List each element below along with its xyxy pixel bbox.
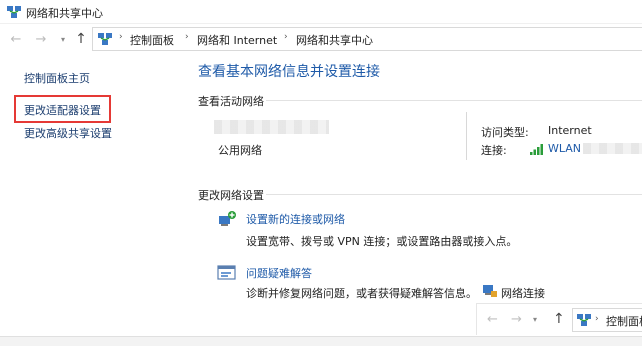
redacted-network-name [214, 120, 329, 134]
arrow-left-icon[interactable]: ← [487, 312, 498, 327]
breadcrumb-separator: › [595, 314, 599, 324]
new-connection-icon [219, 211, 236, 226]
section-divider [266, 100, 642, 101]
sidebar-item-advanced-sharing[interactable]: 更改高级共享设置 [24, 125, 112, 141]
sidebar-item-adapter-settings[interactable]: 更改适配器设置 [24, 102, 101, 118]
network-connections-link[interactable]: 网络连接 [501, 285, 545, 301]
troubleshoot-link[interactable]: 问题疑难解答 [246, 265, 312, 281]
network-connections-icon [483, 285, 497, 297]
vertical-divider [466, 112, 467, 160]
breadcrumb-control-panel[interactable]: 控制面板 [606, 313, 642, 329]
section-divider [266, 194, 642, 195]
breadcrumb-separator: › [284, 32, 288, 42]
page-title: 查看基本网络信息并设置连接 [198, 64, 380, 80]
access-type-value: Internet [548, 124, 592, 137]
breadcrumb-network-internet[interactable]: 网络和 Internet [197, 32, 277, 48]
secondary-window-navbar: ← → ▾ ↑ › 控制面板 [476, 303, 642, 335]
connection-label: 连接: [481, 144, 507, 157]
breadcrumb-separator: › [119, 32, 123, 42]
network-center-icon [98, 33, 112, 45]
secondary-address-bar[interactable]: › 控制面板 [572, 308, 642, 332]
wifi-signal-icon [530, 144, 543, 155]
network-type-label: 公用网络 [218, 144, 262, 157]
network-center-icon [577, 314, 591, 326]
breadcrumb-separator: › [185, 32, 189, 42]
wlan-connection-link[interactable]: WLAN [548, 142, 581, 155]
bottom-strip [0, 336, 642, 346]
sidebar-item-home[interactable]: 控制面板主页 [24, 70, 90, 86]
section-heading-active-networks: 查看活动网络 [198, 95, 264, 108]
access-type-label: 访问类型: [481, 126, 529, 139]
redacted-ssid [583, 143, 642, 154]
arrow-up-icon[interactable]: ↑ [553, 311, 565, 327]
arrow-left-icon[interactable]: ← [8, 31, 24, 47]
navigation-bar: ← → ▾ ↑ › 控制面板 › 网络和 Internet › 网络和共享中心 [0, 24, 642, 54]
network-center-icon [7, 6, 21, 18]
arrow-right-icon[interactable]: → [33, 31, 49, 47]
troubleshoot-icon [217, 265, 236, 280]
title-bar: 网络和共享中心 [0, 0, 642, 24]
breadcrumb-sharing-center[interactable]: 网络和共享中心 [296, 32, 373, 48]
chevron-down-icon[interactable]: ▾ [533, 315, 537, 324]
new-connection-description: 设置宽带、拨号或 VPN 连接；或设置路由器或接入点。 [246, 235, 518, 248]
arrow-right-icon[interactable]: → [511, 312, 522, 327]
troubleshoot-description: 诊断并修复网络问题，或者获得疑难解答信息。 [246, 287, 477, 300]
window-title: 网络和共享中心 [26, 7, 103, 20]
breadcrumb-control-panel[interactable]: 控制面板 [130, 32, 174, 48]
section-heading-change-settings: 更改网络设置 [198, 189, 264, 202]
new-connection-link[interactable]: 设置新的连接或网络 [246, 211, 345, 227]
chevron-down-icon[interactable]: ▾ [55, 31, 71, 47]
arrow-up-icon[interactable]: ↑ [73, 31, 89, 47]
address-bar[interactable]: › 控制面板 › 网络和 Internet › 网络和共享中心 [92, 27, 642, 51]
